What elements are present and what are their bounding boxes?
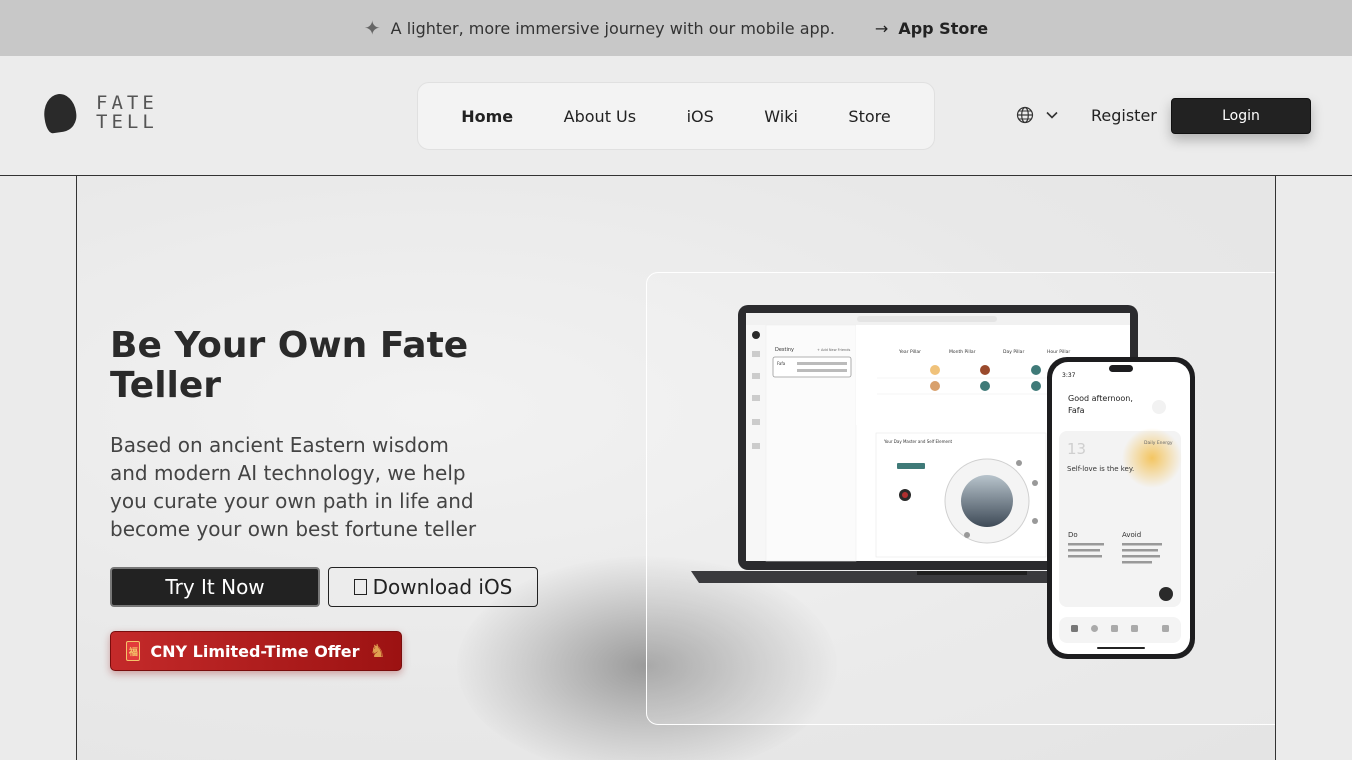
nav-store[interactable]: Store [848, 107, 890, 126]
download-ios-button[interactable]: Download iOS [328, 567, 538, 607]
logo[interactable]: FATE TELL [41, 91, 158, 135]
sparkle-icon: ✦ [363, 16, 381, 40]
language-selector[interactable] [1016, 106, 1058, 124]
chevron-down-icon [1046, 111, 1058, 119]
announcement-bar: ✦ A lighter, more immersive journey with… [0, 0, 1352, 56]
hero-description: Based on ancient Eastern wisdom and mode… [110, 433, 477, 541]
phone-time: 3:37 [1062, 372, 1076, 379]
login-button[interactable]: Login [1171, 98, 1311, 134]
download-ios-label: Download iOS [372, 575, 513, 599]
phone-mockup: 3:37 Good afternoon, Fafa 13 Daily Energ… [1047, 357, 1195, 659]
laptop-add-friends: + Add New Friends [817, 348, 850, 352]
globe-icon [1016, 106, 1034, 124]
laptop-pillar-year: Year Pillar [898, 349, 921, 355]
laptop-pillar-month: Month Pillar [949, 349, 976, 355]
register-link[interactable]: Register [1091, 106, 1157, 125]
main-nav: Home About Us iOS Wiki Store [417, 82, 935, 150]
nav-home[interactable]: Home [461, 107, 513, 126]
app-store-label: App Store [898, 18, 989, 38]
logo-wordmark: FATE TELL [96, 94, 158, 132]
laptop-section-title: Your Day Master and Self Element [883, 439, 952, 444]
logo-line-2: TELL [96, 111, 158, 133]
laptop-pillar-hour: Hour Pillar [1047, 349, 1070, 355]
phone-day: 13 [1067, 440, 1086, 458]
horse-icon: ♞ [369, 640, 386, 662]
app-store-link[interactable]: → App Store [875, 19, 988, 38]
nav-wiki[interactable]: Wiki [764, 107, 798, 126]
laptop-profile-name: Fafa [777, 361, 786, 366]
cny-offer-button[interactable]: 福 CNY Limited-Time Offer ♞ [110, 631, 402, 671]
cny-offer-label: CNY Limited-Time Offer [150, 641, 360, 661]
phone-user-name: Fafa [1068, 406, 1085, 415]
try-it-now-button[interactable]: Try It Now [110, 567, 320, 607]
arrow-right-icon: → [874, 18, 889, 38]
site-header: FATE TELL Home About Us iOS Wiki Store R… [0, 56, 1352, 176]
announcement-text: A lighter, more immersive journey with o… [390, 18, 835, 38]
laptop-pillar-day: Day Pillar [1003, 349, 1024, 355]
hero-title: Be Your Own Fate Teller [110, 325, 469, 406]
device-showcase-card: Destiny + Add New Friends Fafa Year Pill… [646, 272, 1275, 725]
laptop-sidebar-title: Destiny [775, 347, 794, 353]
apple-icon [353, 579, 367, 595]
red-envelope-icon: 福 [126, 641, 141, 661]
nav-about-us[interactable]: About Us [564, 107, 636, 126]
phone-do-label: Do [1068, 531, 1078, 539]
nav-ios[interactable]: iOS [687, 107, 714, 126]
hero-section: Be Your Own Fate Teller Based on ancient… [76, 176, 1276, 760]
phone-greeting: Good afternoon, [1068, 394, 1133, 403]
device-mockup: Destiny + Add New Friends Fafa Year Pill… [691, 305, 1195, 659]
phone-quote: Self-love is the key. [1067, 465, 1134, 473]
phone-energy-label: Daily Energy [1144, 440, 1173, 446]
logo-blob-icon [41, 91, 79, 135]
phone-avoid-label: Avoid [1122, 531, 1141, 539]
